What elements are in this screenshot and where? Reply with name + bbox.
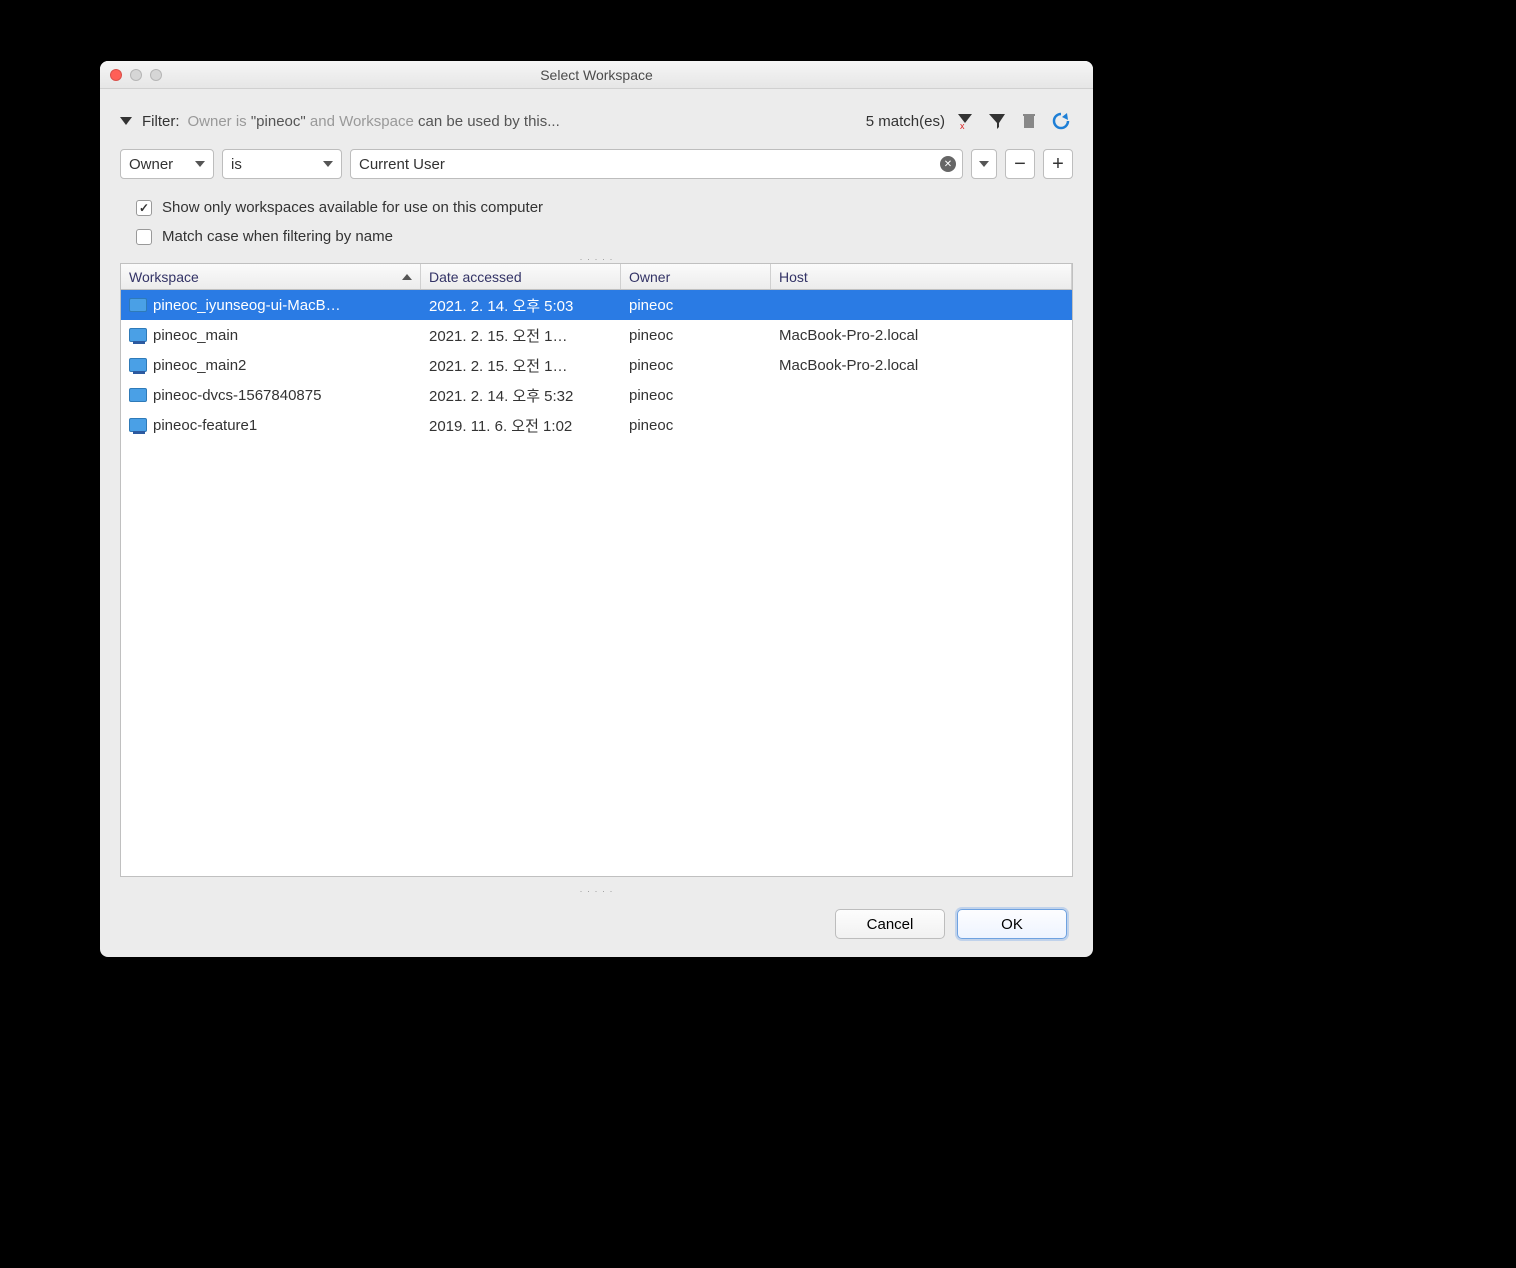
chevron-down-icon xyxy=(323,161,333,167)
ok-button[interactable]: OK xyxy=(957,909,1067,939)
cell-workspace: pineoc-dvcs-1567840875 xyxy=(121,387,421,404)
cell-owner: pineoc xyxy=(621,357,771,374)
traffic-lights xyxy=(100,69,162,81)
cell-workspace: pineoc_main2 xyxy=(121,357,421,374)
workspace-icon xyxy=(129,298,147,312)
cell-host: MacBook-Pro-2.local xyxy=(771,327,1072,344)
cell-host: MacBook-Pro-2.local xyxy=(771,357,1072,374)
match-case-label: Match case when filtering by name xyxy=(162,228,393,245)
column-host[interactable]: Host xyxy=(771,264,1072,289)
remove-filter-row-button[interactable]: − xyxy=(1005,149,1035,179)
table-header: Workspace Date accessed Owner Host xyxy=(121,264,1072,290)
column-date[interactable]: Date accessed xyxy=(421,264,621,289)
close-window-button[interactable] xyxy=(110,69,122,81)
filter-summary-row: Filter: Owner is "pineoc" and Workspace … xyxy=(120,109,1073,133)
table-row[interactable]: pineoc_main2021. 2. 15. 오전 1…pineocMacBo… xyxy=(121,320,1072,350)
filter-disclosure-toggle[interactable] xyxy=(120,117,132,125)
show-only-label: Show only workspaces available for use o… xyxy=(162,199,543,216)
table-row[interactable]: pineoc_iyunseog-ui-MacB…2021. 2. 14. 오후 … xyxy=(121,290,1072,320)
dialog-buttons: Cancel OK xyxy=(120,895,1073,945)
cell-date: 2019. 11. 6. 오전 1:02 xyxy=(421,415,621,436)
cell-owner: pineoc xyxy=(621,297,771,314)
show-only-checkbox-row: Show only workspaces available for use o… xyxy=(136,199,1073,216)
dialog-content: Filter: Owner is "pineoc" and Workspace … xyxy=(100,89,1093,957)
cell-owner: pineoc xyxy=(621,387,771,404)
trash-icon[interactable] xyxy=(1017,109,1041,133)
minimize-window-button[interactable] xyxy=(130,69,142,81)
filter-value-dropdown[interactable] xyxy=(971,149,997,179)
filter-icon[interactable] xyxy=(985,109,1009,133)
splitter-handle-bottom[interactable]: · · · · · xyxy=(120,887,1073,895)
cell-owner: pineoc xyxy=(621,417,771,434)
clear-filter-icon[interactable]: x xyxy=(953,109,977,133)
filter-description: Owner is "pineoc" and Workspace can be u… xyxy=(188,113,560,130)
clear-input-icon[interactable] xyxy=(940,156,956,172)
cell-date: 2021. 2. 15. 오전 1… xyxy=(421,355,621,376)
workspace-icon xyxy=(129,358,147,372)
cell-date: 2021. 2. 14. 오후 5:32 xyxy=(421,385,621,406)
workspace-icon xyxy=(129,418,147,432)
table-row[interactable]: pineoc_main22021. 2. 15. 오전 1…pineocMacB… xyxy=(121,350,1072,380)
cell-workspace: pineoc_iyunseog-ui-MacB… xyxy=(121,297,421,314)
match-case-checkbox[interactable] xyxy=(136,229,152,245)
cell-workspace: pineoc-feature1 xyxy=(121,417,421,434)
table-row[interactable]: pineoc-dvcs-15678408752021. 2. 14. 오후 5:… xyxy=(121,380,1072,410)
cell-owner: pineoc xyxy=(621,327,771,344)
zoom-window-button[interactable] xyxy=(150,69,162,81)
table-body: pineoc_iyunseog-ui-MacB…2021. 2. 14. 오후 … xyxy=(121,290,1072,876)
cell-date: 2021. 2. 15. 오전 1… xyxy=(421,325,621,346)
workspace-table: Workspace Date accessed Owner Host pineo… xyxy=(120,263,1073,877)
dialog-window: Select Workspace Filter: Owner is "pineo… xyxy=(100,61,1093,957)
cell-workspace: pineoc_main xyxy=(121,327,421,344)
svg-text:x: x xyxy=(960,121,965,131)
column-workspace[interactable]: Workspace xyxy=(121,264,421,289)
window-title: Select Workspace xyxy=(100,67,1093,83)
add-filter-row-button[interactable]: + xyxy=(1043,149,1073,179)
column-owner[interactable]: Owner xyxy=(621,264,771,289)
cancel-button[interactable]: Cancel xyxy=(835,909,945,939)
table-row[interactable]: pineoc-feature12019. 11. 6. 오전 1:02pineo… xyxy=(121,410,1072,440)
cell-date: 2021. 2. 14. 오후 5:03 xyxy=(421,295,621,316)
titlebar[interactable]: Select Workspace xyxy=(100,61,1093,89)
workspace-icon xyxy=(129,328,147,342)
splitter-handle[interactable]: · · · · · xyxy=(120,255,1073,263)
refresh-icon[interactable] xyxy=(1049,109,1073,133)
show-only-checkbox[interactable] xyxy=(136,200,152,216)
filter-value-input[interactable]: Current User xyxy=(350,149,963,179)
filter-field-combo[interactable]: Owner xyxy=(120,149,214,179)
workspace-icon xyxy=(129,388,147,402)
chevron-down-icon xyxy=(195,161,205,167)
chevron-down-icon xyxy=(979,161,989,167)
filter-controls: Owner is Current User − + xyxy=(120,149,1073,179)
match-count: 5 match(es) xyxy=(866,113,945,130)
filter-label: Filter: xyxy=(142,113,180,130)
filter-options: Show only workspaces available for use o… xyxy=(120,199,1073,245)
filter-operator-combo[interactable]: is xyxy=(222,149,342,179)
match-case-checkbox-row: Match case when filtering by name xyxy=(136,228,1073,245)
